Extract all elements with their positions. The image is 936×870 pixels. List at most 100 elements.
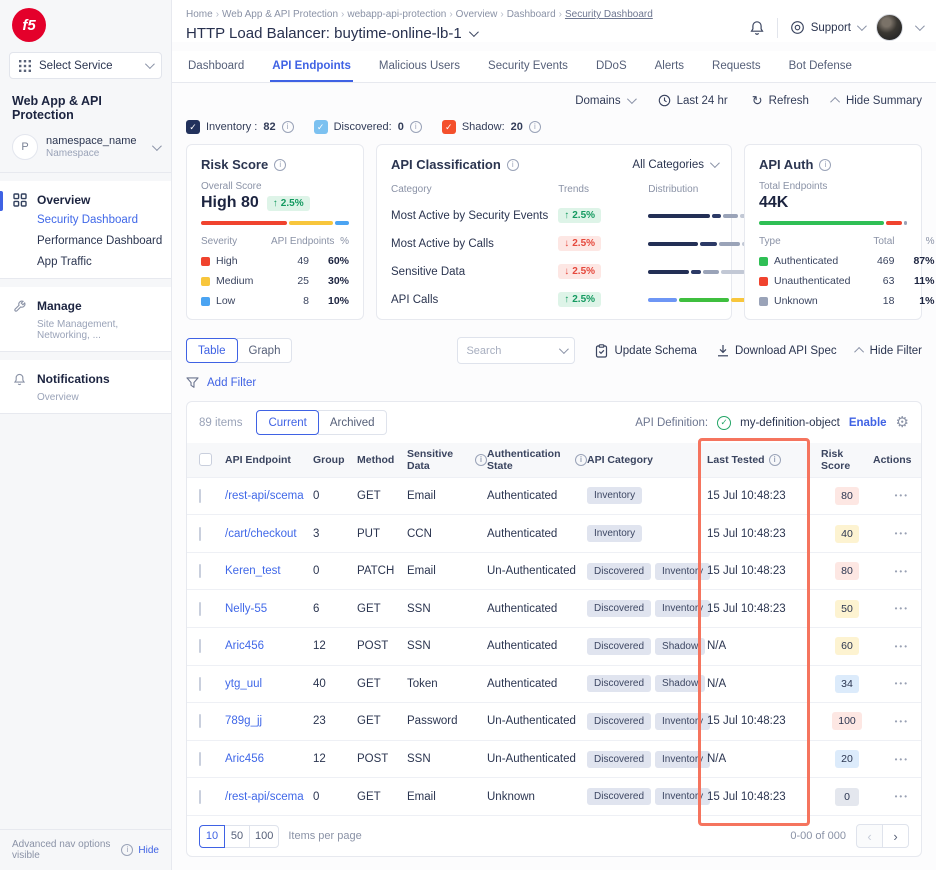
user-avatar[interactable] [876, 14, 903, 41]
breadcrumb-security-dashboard[interactable]: Security Dashboard [565, 9, 653, 20]
filter-label: Discovered: [334, 121, 392, 133]
sidebar-item-manage[interactable]: Manage [0, 296, 171, 316]
category-chip: Inventory [655, 600, 710, 617]
chevron-down-icon [559, 344, 569, 354]
enable-button[interactable]: Enable [849, 417, 887, 429]
page-size-100[interactable]: 100 [249, 825, 279, 848]
endpoint-link[interactable]: /rest-api/scema [225, 791, 313, 803]
row-checkbox[interactable] [199, 714, 201, 728]
sidebar-item-notifications[interactable]: Notifications [0, 369, 171, 389]
sidebar-item-overview[interactable]: Overview [0, 190, 171, 210]
items-count: 89 items [199, 417, 242, 429]
row-actions-menu[interactable]: ••• [873, 604, 909, 613]
support-menu[interactable]: Support [790, 20, 864, 35]
category-chip: Shadow [655, 675, 705, 692]
current-tab[interactable]: Current [256, 410, 318, 435]
domains-dropdown[interactable]: Domains [575, 95, 633, 107]
chevron-down-icon[interactable] [915, 21, 925, 31]
archived-tab[interactable]: Archived [318, 410, 387, 435]
breadcrumb-overview[interactable]: Overview [456, 9, 504, 20]
row-actions-menu[interactable]: ••• [873, 491, 909, 500]
endpoint-link[interactable]: Aric456 [225, 640, 313, 652]
tab-requests[interactable]: Requests [710, 51, 763, 82]
endpoint-link[interactable]: /rest-api/scema [225, 490, 313, 502]
row-actions-menu[interactable]: ••• [873, 717, 909, 726]
hide-filter-button[interactable]: Hide Filter [857, 345, 922, 357]
row-checkbox[interactable] [199, 527, 201, 541]
endpoint-link[interactable]: Keren_test [225, 565, 313, 577]
col-sensitive-data[interactable]: Sensitive Data [407, 448, 487, 472]
breadcrumb-webapp-api-protection[interactable]: webapp-api-protection [347, 9, 452, 20]
checkbox-checked-icon[interactable] [442, 120, 456, 134]
prev-page-button[interactable]: ‹ [856, 824, 883, 848]
col-authentication-state[interactable]: Authentication State [487, 448, 587, 472]
hide-summary-button[interactable]: Hide Summary [833, 95, 922, 107]
graph-view-button[interactable]: Graph [237, 338, 293, 363]
tab-api-endpoints[interactable]: API Endpoints [270, 51, 353, 82]
tab-alerts[interactable]: Alerts [653, 51, 686, 82]
row-checkbox[interactable] [199, 639, 201, 653]
filter-inventory[interactable]: Inventory :82 [186, 120, 294, 134]
next-page-button[interactable]: › [882, 824, 909, 848]
page-size-50[interactable]: 50 [224, 825, 250, 848]
row-actions-menu[interactable]: ••• [873, 642, 909, 651]
api-definition-value[interactable]: my-definition-object [740, 417, 840, 429]
col-last-tested[interactable]: Last Tested [707, 454, 821, 466]
endpoint-link[interactable]: ytg_uul [225, 678, 313, 690]
col-group[interactable]: Group [313, 454, 357, 466]
sidebar-item-security-dashboard[interactable]: Security Dashboard [37, 214, 171, 226]
breadcrumb-waap[interactable]: Web App & API Protection [222, 9, 344, 20]
search-input[interactable] [466, 345, 553, 357]
gear-icon[interactable]: ⚙ [896, 415, 909, 430]
endpoint-link[interactable]: /cart/checkout [225, 528, 313, 540]
row-actions-menu[interactable]: ••• [873, 679, 909, 688]
checkbox-checked-icon[interactable] [186, 120, 200, 134]
row-checkbox[interactable] [199, 752, 201, 766]
breadcrumb-dashboard[interactable]: Dashboard [507, 9, 562, 20]
row-actions-menu[interactable]: ••• [873, 755, 909, 764]
table-view-button[interactable]: Table [186, 338, 238, 363]
select-service-dropdown[interactable]: Select Service [9, 52, 162, 79]
row-actions-menu[interactable]: ••• [873, 529, 909, 538]
filter-discovered[interactable]: Discovered:0 [314, 120, 422, 134]
tab-security-events[interactable]: Security Events [486, 51, 570, 82]
update-schema-button[interactable]: Update Schema [595, 344, 696, 358]
tab-malicious-users[interactable]: Malicious Users [377, 51, 462, 82]
filter-shadow[interactable]: Shadow:20 [442, 120, 541, 134]
endpoint-link[interactable]: 789g_jj [225, 715, 313, 727]
sidebar-item-performance-dashboard[interactable]: Performance Dashboard [37, 235, 171, 247]
checkbox-checked-icon[interactable] [314, 120, 328, 134]
row-checkbox[interactable] [199, 602, 201, 616]
row-checkbox[interactable] [199, 677, 201, 691]
row-actions-menu[interactable]: ••• [873, 567, 909, 576]
col-risk-score[interactable]: Risk Score [821, 448, 873, 472]
all-categories-dropdown[interactable]: All Categories [632, 159, 717, 171]
row-checkbox[interactable] [199, 489, 201, 503]
add-filter-button[interactable]: Add Filter [207, 377, 256, 389]
tab-dashboard[interactable]: Dashboard [186, 51, 246, 82]
chevron-down-icon[interactable] [469, 27, 479, 37]
breadcrumb-home[interactable]: Home [186, 9, 219, 20]
f5-logo[interactable]: f5 [12, 8, 46, 42]
sidebar-item-app-traffic[interactable]: App Traffic [37, 256, 171, 268]
row-checkbox[interactable] [199, 790, 201, 804]
col-method[interactable]: Method [357, 454, 407, 466]
page-size-10[interactable]: 10 [199, 825, 225, 848]
row-actions-menu[interactable]: ••• [873, 792, 909, 801]
hide-nav-link[interactable]: Hide [138, 845, 159, 856]
time-range-picker[interactable]: Last 24 hr [658, 94, 728, 107]
tab-bot-defense[interactable]: Bot Defense [787, 51, 854, 82]
col-api-endpoint[interactable]: API Endpoint [225, 454, 313, 466]
notification-bell-button[interactable] [749, 20, 765, 36]
row-checkbox[interactable] [199, 564, 201, 578]
search-combobox[interactable] [457, 337, 575, 364]
refresh-button[interactable]: ↻ Refresh [752, 94, 809, 107]
endpoint-link[interactable]: Aric456 [225, 753, 313, 765]
select-all-checkbox[interactable] [199, 453, 212, 466]
classification-row-label: Sensitive Data [391, 266, 548, 278]
download-api-spec-button[interactable]: Download API Spec [717, 344, 837, 357]
col-api-category[interactable]: API Category [587, 454, 707, 466]
tab-ddos[interactable]: DDoS [594, 51, 629, 82]
endpoint-link[interactable]: Nelly-55 [225, 603, 313, 615]
namespace-selector[interactable]: P namespace_name Namespace [0, 126, 171, 173]
